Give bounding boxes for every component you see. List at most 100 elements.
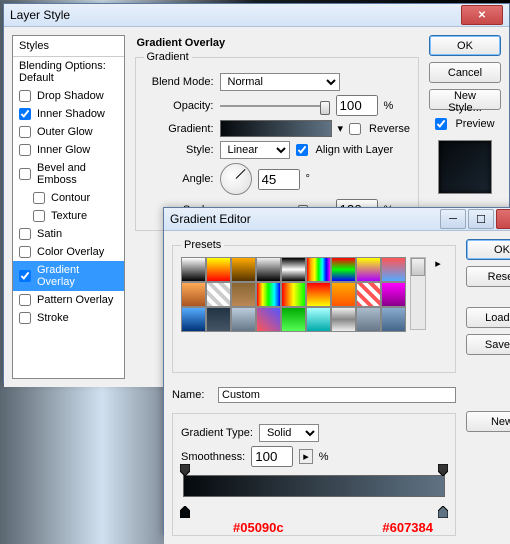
preset-swatch[interactable] (181, 307, 206, 332)
checkbox[interactable] (19, 246, 31, 258)
styles-list: Styles Blending Options: Default Drop Sh… (12, 35, 125, 379)
style-item-pattern-overlay[interactable]: Pattern Overlay (13, 291, 124, 309)
preset-swatch[interactable] (331, 307, 356, 332)
new-button[interactable]: New (466, 411, 510, 432)
color-stop-left[interactable] (180, 506, 190, 518)
gradient-picker[interactable] (220, 120, 332, 137)
gradient-bar[interactable]: #05090c #607384 (183, 475, 445, 509)
preset-swatch[interactable] (231, 307, 256, 332)
reverse-label: Reverse (369, 123, 410, 135)
hex-right: #607384 (382, 520, 433, 535)
opacity-slider[interactable] (220, 99, 330, 113)
preset-swatch[interactable] (206, 282, 231, 307)
style-item-inner-glow[interactable]: Inner Glow (13, 141, 124, 159)
preset-swatch[interactable] (206, 307, 231, 332)
preset-swatch[interactable] (256, 282, 281, 307)
opacity-label: Opacity: (144, 100, 214, 112)
angle-input[interactable] (258, 169, 300, 190)
align-label: Align with Layer (316, 144, 394, 156)
preset-swatch[interactable] (331, 282, 356, 307)
preview-swatch (438, 140, 492, 194)
style-item-texture[interactable]: Texture (13, 207, 124, 225)
style-item-inner-shadow[interactable]: Inner Shadow (13, 105, 124, 123)
preset-swatch[interactable] (356, 282, 381, 307)
blend-mode-select[interactable]: Normal (220, 73, 340, 91)
style-item-color-overlay[interactable]: Color Overlay (13, 243, 124, 261)
reverse-checkbox[interactable] (349, 123, 361, 135)
scrollbar[interactable] (410, 257, 426, 330)
dropdown-icon[interactable]: ▾ (338, 122, 344, 135)
style-item-drop-shadow[interactable]: Drop Shadow (13, 87, 124, 105)
new-style-button[interactable]: New Style... (429, 89, 501, 110)
preset-swatch[interactable] (281, 257, 306, 282)
close-button[interactable]: ✕ (461, 5, 503, 25)
reset-button[interactable]: Reset (466, 266, 510, 287)
checkbox[interactable] (19, 90, 31, 102)
preset-swatch[interactable] (331, 257, 356, 282)
opacity-input[interactable] (336, 95, 378, 116)
gradient-label: Gradient: (144, 123, 214, 135)
color-stop-right[interactable] (438, 506, 448, 518)
checkbox[interactable] (33, 192, 45, 204)
opacity-stop-right[interactable] (438, 464, 448, 476)
save-button[interactable]: Save... (466, 334, 510, 355)
checkbox[interactable] (33, 210, 45, 222)
blending-options[interactable]: Blending Options: Default (13, 57, 124, 87)
name-input[interactable] (218, 387, 456, 403)
preset-swatch[interactable] (256, 257, 281, 282)
minimize-button[interactable]: ─ (440, 209, 466, 229)
smooth-dropdown-icon[interactable]: ▸ (299, 449, 313, 464)
presets-menu-icon[interactable]: ▸ (432, 257, 444, 330)
preset-swatch[interactable] (231, 282, 256, 307)
preset-swatch[interactable] (281, 307, 306, 332)
preset-swatch[interactable] (206, 257, 231, 282)
checkbox[interactable] (19, 312, 31, 324)
gradient-type-group: Gradient Type: Solid Smoothness: ▸ % #05… (172, 413, 456, 536)
load-button[interactable]: Load... (466, 307, 510, 328)
opacity-stop-left[interactable] (180, 464, 190, 476)
style-item-satin[interactable]: Satin (13, 225, 124, 243)
styles-header[interactable]: Styles (13, 36, 124, 57)
maximize-button[interactable]: ☐ (468, 209, 494, 229)
angle-label: Angle: (144, 173, 214, 185)
preset-swatch[interactable] (181, 282, 206, 307)
preset-swatch[interactable] (381, 257, 406, 282)
checkbox[interactable] (19, 228, 31, 240)
preset-swatch[interactable] (381, 307, 406, 332)
preset-swatch[interactable] (306, 257, 331, 282)
cancel-button[interactable]: Cancel (429, 62, 501, 83)
preview-label: Preview (455, 118, 494, 130)
style-item-stroke[interactable]: Stroke (13, 309, 124, 327)
preset-swatch[interactable] (356, 257, 381, 282)
preset-swatch[interactable] (181, 257, 206, 282)
name-label: Name: (172, 389, 212, 401)
style-item-gradient-overlay[interactable]: Gradient Overlay (13, 261, 124, 291)
preset-swatch[interactable] (256, 307, 281, 332)
angle-wheel[interactable] (220, 163, 252, 195)
preset-swatch[interactable] (381, 282, 406, 307)
smooth-input[interactable] (251, 446, 293, 467)
align-checkbox[interactable] (296, 144, 308, 156)
checkbox[interactable] (19, 270, 31, 282)
checkbox[interactable] (19, 144, 31, 156)
ok-button[interactable]: OK (429, 35, 501, 56)
checkbox[interactable] (19, 294, 31, 306)
checkbox[interactable] (19, 126, 31, 138)
checkbox[interactable] (19, 168, 31, 180)
ge-buttons: OK Reset Load... Save... New (466, 239, 510, 536)
style-item-bevel-emboss[interactable]: Bevel and Emboss (13, 159, 124, 189)
style-item-outer-glow[interactable]: Outer Glow (13, 123, 124, 141)
type-select[interactable]: Solid (259, 424, 319, 442)
close-button[interactable]: ✕ (496, 209, 510, 229)
window-title: Gradient Editor (170, 212, 440, 226)
preset-swatch[interactable] (306, 282, 331, 307)
preset-swatch[interactable] (281, 282, 306, 307)
preview-checkbox[interactable] (435, 118, 447, 130)
checkbox[interactable] (19, 108, 31, 120)
style-select[interactable]: Linear (220, 141, 290, 159)
ok-button[interactable]: OK (466, 239, 510, 260)
preset-swatch[interactable] (306, 307, 331, 332)
style-item-contour[interactable]: Contour (13, 189, 124, 207)
preset-swatch[interactable] (231, 257, 256, 282)
preset-swatch[interactable] (356, 307, 381, 332)
